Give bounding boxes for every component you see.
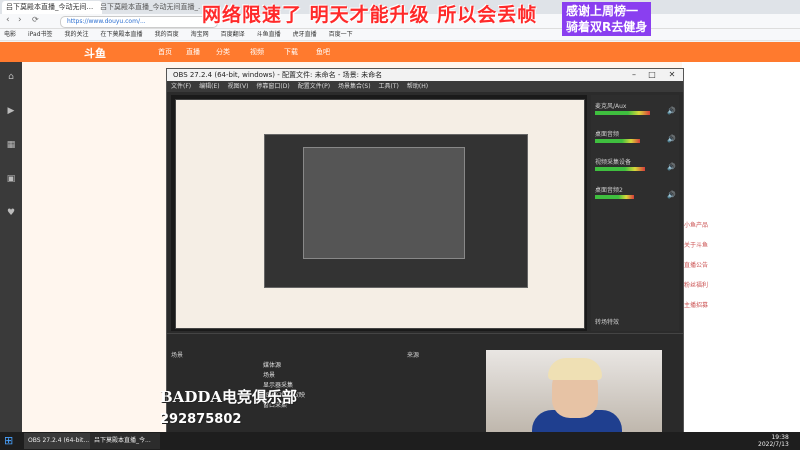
menu-item[interactable]: 编辑(E)	[199, 81, 219, 92]
menu-item[interactable]: 场景集合(S)	[338, 81, 371, 92]
mixer-meter	[595, 167, 645, 171]
bookmark-item[interactable]: 淘宝网	[191, 29, 209, 40]
nav-item[interactable]: 视频	[250, 47, 264, 57]
browser-tab-active[interactable]: 吕下莫殿本直播_今动无间...	[2, 1, 102, 14]
menu-item[interactable]: 视图(V)	[228, 81, 249, 92]
menu-item[interactable]: 工具(T)	[379, 81, 399, 92]
menu-item[interactable]: 帮助(H)	[407, 81, 428, 92]
source-item[interactable]: 媒体源	[263, 360, 281, 369]
webcam-person-hair	[548, 358, 602, 380]
right-link[interactable]: 主播招募	[684, 300, 708, 309]
mixer-label: 桌面音频	[595, 131, 620, 138]
live-icon[interactable]: ▶	[4, 106, 18, 120]
bookmark-item[interactable]: 百度翻译	[221, 29, 245, 40]
audio-mixer: 麦克风/Aux 🔊 桌面音频 🔊 视频采集设备 🔊 桌面音频2 🔊 转场特效	[591, 95, 679, 331]
mixer-label: 视频采集设备	[595, 159, 632, 166]
nav-item[interactable]: 首页	[158, 47, 172, 57]
menu-item[interactable]: 配置文件(P)	[298, 81, 330, 92]
forward-icon[interactable]: ›	[18, 15, 22, 25]
speaker-icon[interactable]: 🔊	[667, 191, 676, 199]
bookmark-item[interactable]: 虎牙直播	[293, 29, 317, 40]
obs-preview[interactable]	[171, 95, 587, 331]
mixer-label: 麦克风/Aux	[595, 103, 627, 110]
recursive-preview	[175, 99, 585, 329]
thanks-banner: 感谢上周榜一 骑着双R去健身	[562, 2, 652, 36]
left-rail: ⌂ ▶ ▦ ▣ ♥	[0, 62, 22, 432]
taskbar-app[interactable]: OBS 27.2.4 (64-bit...	[24, 433, 94, 449]
nav-item[interactable]: 分类	[216, 47, 230, 57]
sources-header: 来源	[407, 352, 420, 359]
stream-banner: 网络限速了 明天才能升级 所以会丢帧	[202, 4, 538, 26]
video-icon[interactable]: ▣	[4, 174, 18, 188]
system-clock[interactable]: 19:38 2022/7/13	[758, 434, 789, 448]
thanks-line: 骑着双R去健身	[566, 20, 648, 34]
back-icon[interactable]: ‹	[6, 15, 10, 25]
bookmark-item[interactable]: 电影	[4, 29, 16, 40]
transitions-tab[interactable]: 转场特效	[595, 317, 619, 326]
watermark-room: 292875802	[160, 412, 242, 427]
refresh-icon[interactable]: ⟳	[32, 15, 39, 24]
right-link[interactable]: 直播公告	[684, 260, 708, 269]
home-icon[interactable]: ⌂	[4, 72, 18, 86]
bookmark-item[interactable]: 在下莫殿本直播	[101, 29, 143, 40]
mixer-meter	[595, 195, 634, 199]
thanks-line: 感谢上周榜一	[566, 4, 639, 18]
taskbar-app[interactable]: 吕下莫殿本直播_今...	[90, 433, 160, 449]
watermark-brand: BADDA电竞俱乐部	[160, 388, 297, 406]
clock-date: 2022/7/13	[758, 441, 789, 448]
nav-item[interactable]: 直播	[186, 47, 200, 57]
webcam-feed	[486, 350, 662, 432]
menu-item[interactable]: 文件(F)	[171, 81, 191, 92]
windows-start-icon[interactable]: ⊞	[4, 435, 16, 447]
bookmarks-bar: 电影 iPad书签 我的关注 在下莫殿本直播 我的百度 淘宝网 百度翻译 斗鱼直…	[0, 29, 800, 41]
site-logo[interactable]: 斗鱼	[84, 45, 106, 61]
speaker-icon[interactable]: 🔊	[667, 163, 676, 171]
speaker-icon[interactable]: 🔊	[667, 135, 676, 143]
speaker-icon[interactable]: 🔊	[667, 107, 676, 115]
source-item[interactable]: 场景	[263, 370, 275, 379]
right-link[interactable]: 小鱼产品	[684, 220, 708, 229]
obs-menu-bar: 文件(F) 编辑(E) 视图(V) 停靠窗口(D) 配置文件(P) 场景集合(S…	[167, 81, 683, 92]
bookmark-item[interactable]: 我的关注	[65, 29, 89, 40]
obs-title: OBS 27.2.4 (64-bit, windows) - 配置文件: 未命名…	[167, 69, 683, 81]
mixer-meter	[595, 111, 650, 115]
browser-tab[interactable]: 吕下莫殿本直播_今动无间直播_...	[96, 1, 200, 14]
bookmark-item[interactable]: 斗鱼直播	[257, 29, 281, 40]
taskbar: ⊞ OBS 27.2.4 (64-bit... 吕下莫殿本直播_今... 19:…	[0, 432, 800, 450]
clock-time: 19:38	[771, 434, 789, 441]
minimize-icon[interactable]: –	[625, 69, 643, 81]
recursive-preview-innermost	[303, 147, 465, 259]
site-header: 斗鱼 首页 直播 分类 视频 下载 鱼吧	[0, 42, 800, 62]
nav-item[interactable]: 鱼吧	[316, 47, 330, 57]
bookmark-item[interactable]: iPad书签	[28, 29, 53, 40]
mixer-meter	[595, 139, 640, 143]
right-link[interactable]: 粉丝福利	[684, 280, 708, 289]
bookmark-item[interactable]: 百度一下	[329, 29, 353, 40]
recursive-preview-inner	[264, 134, 528, 288]
menu-item[interactable]: 停靠窗口(D)	[256, 81, 289, 92]
nav-item[interactable]: 下载	[284, 47, 298, 57]
close-icon[interactable]: ✕	[663, 69, 681, 81]
scenes-header: 场景	[171, 352, 184, 359]
maximize-icon[interactable]: □	[643, 69, 661, 81]
url-input[interactable]: https://www.douyu.com/...	[60, 16, 218, 28]
bookmark-item[interactable]: 我的百度	[155, 29, 179, 40]
right-link[interactable]: 关于斗鱼	[684, 240, 708, 249]
heart-icon[interactable]: ♥	[4, 208, 18, 222]
mixer-label: 桌面音频2	[595, 187, 623, 194]
category-icon[interactable]: ▦	[4, 140, 18, 154]
